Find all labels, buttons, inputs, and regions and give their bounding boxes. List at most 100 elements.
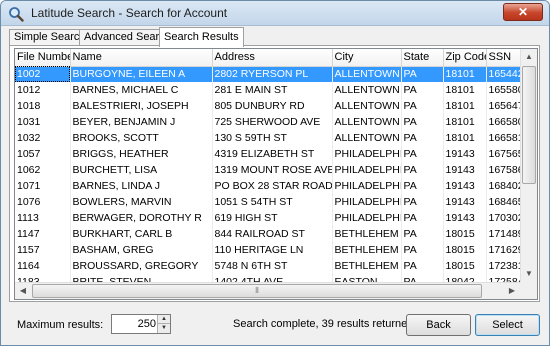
table-cell: ALLENTOWN [332, 82, 402, 98]
table-cell: 1012 [15, 82, 71, 98]
table-cell: BURKHART, CARL B [70, 226, 213, 242]
table-cell: 19143 [443, 178, 487, 194]
scroll-down-arrow-icon[interactable]: ▼ [521, 266, 537, 282]
table-row[interactable]: 1113 BERWAGER, DOROTHY R 619 HIGH ST PHILAD… [15, 210, 537, 226]
table-cell: 1062 [15, 162, 71, 178]
back-button-label: Back [426, 319, 451, 331]
table-cell: 19143 [443, 146, 487, 162]
select-button[interactable]: Select [475, 314, 540, 336]
horizontal-scroll-thumb[interactable]: ⦀ [32, 284, 482, 298]
column-header[interactable]: Zip Code [443, 49, 487, 67]
scroll-left-arrow-icon[interactable]: ◀ [15, 283, 31, 299]
table-cell: 1002 [15, 66, 71, 82]
table-cell: 844 RAILROAD ST [212, 226, 333, 242]
table-cell: 1031 [15, 114, 71, 130]
scrollbar-corner [520, 282, 537, 299]
table-cell: 18015 [443, 258, 487, 274]
table-cell: PA [401, 226, 444, 242]
table-cell: PHILADELPHIA [332, 194, 402, 210]
table-row[interactable]: 1071 BARNES, LINDA J PO BOX 28 STAR ROAD PH… [15, 178, 537, 194]
table-cell: BERWAGER, DOROTHY R [70, 210, 213, 226]
table-cell: 4319 ELIZABETH ST [212, 146, 333, 162]
column-header[interactable]: State [401, 49, 444, 67]
vertical-scrollbar[interactable]: ▲ ▼ [520, 49, 537, 282]
spin-down-icon[interactable]: ▼ [157, 324, 170, 333]
table-cell: PA [401, 210, 444, 226]
table-cell: 18101 [443, 130, 487, 146]
table-row[interactable]: 1157 BASHAM, GREG 110 HERITAGE LN BETHLEHEM… [15, 242, 537, 258]
search-window: Latitude Search - Search for Account ✕ S… [0, 0, 550, 346]
column-header[interactable]: City [332, 49, 402, 67]
table-row[interactable]: 1032 BROOKS, SCOTT 130 S 59TH ST ALLENTOWN P… [15, 130, 537, 146]
back-button[interactable]: Back [406, 314, 471, 336]
table-cell: 1071 [15, 178, 71, 194]
table-cell: BETHLEHEM [332, 258, 402, 274]
table-cell: ALLENTOWN [332, 98, 402, 114]
results-grid[interactable]: File NumberNameAddressCityStateZip CodeS… [14, 48, 538, 300]
table-row[interactable]: 1012 BARNES, MICHAEL C 281 E MAIN ST ALLENT… [15, 82, 537, 98]
table-cell: PA [401, 194, 444, 210]
table-cell: ALLENTOWN [332, 114, 402, 130]
max-results-label: Maximum results: [17, 319, 104, 331]
results-table: File NumberNameAddressCityStateZip CodeS… [15, 49, 537, 299]
table-cell: BETHLEHEM [332, 242, 402, 258]
table-cell: PA [401, 114, 444, 130]
column-header[interactable]: Name [70, 49, 213, 67]
tab-label: Search Results [164, 31, 239, 43]
table-header-row: File NumberNameAddressCityStateZip CodeS… [15, 49, 537, 67]
magnifier-app-icon [9, 7, 24, 22]
table-cell: PHILADELPHIA [332, 146, 402, 162]
table-cell: 18101 [443, 66, 487, 82]
vertical-scroll-thumb[interactable] [522, 66, 536, 184]
close-icon: ✕ [517, 5, 529, 19]
table-cell: PHILADELPHIA [332, 178, 402, 194]
search-results-panel: File NumberNameAddressCityStateZip CodeS… [9, 45, 540, 302]
column-header[interactable]: File Number [15, 49, 71, 67]
table-cell: 130 S 59TH ST [212, 130, 333, 146]
table-cell: PA [401, 178, 444, 194]
table-cell: BARNES, LINDA J [70, 178, 213, 194]
column-header[interactable]: Address [212, 49, 333, 67]
table-cell: BROUSSARD, GREGORY [70, 258, 213, 274]
table-cell: BRIGGS, HEATHER [70, 146, 213, 162]
table-cell: BURGOYNE, EILEEN A [70, 66, 213, 82]
table-row[interactable]: 1057 BRIGGS, HEATHER 4319 ELIZABETH ST PHIL… [15, 146, 537, 162]
table-row[interactable]: 1002 BURGOYNE, EILEEN A 2802 RYERSON PL ALL… [15, 66, 537, 82]
spin-up-icon[interactable]: ▲ [157, 315, 170, 324]
table-row[interactable]: 1031 BEYER, BENJAMIN J 725 SHERWOOD AVE ALL… [15, 114, 537, 130]
table-row[interactable]: 1147 BURKHART, CARL B 844 RAILROAD ST BETHL… [15, 226, 537, 242]
scroll-right-arrow-icon[interactable]: ▶ [504, 283, 520, 299]
table-cell: BARNES, MICHAEL C [70, 82, 213, 98]
table-row[interactable]: 1062 BURCHETT, LISA 1319 MOUNT ROSE AVE PHI… [15, 162, 537, 178]
table-cell: BROOKS, SCOTT [70, 130, 213, 146]
table-row[interactable]: 1076 BOWLERS, MARVIN 1051 S 54TH ST PHILADE… [15, 194, 537, 210]
table-cell: PA [401, 82, 444, 98]
scroll-up-arrow-icon[interactable]: ▲ [521, 49, 537, 65]
table-cell: 110 HERITAGE LN [212, 242, 333, 258]
table-cell: 18015 [443, 242, 487, 258]
table-cell: ALLENTOWN [332, 130, 402, 146]
table-cell: ALLENTOWN [332, 66, 402, 82]
tab-search-results[interactable]: Search Results [159, 27, 244, 47]
table-cell: 619 HIGH ST [212, 210, 333, 226]
table-cell: PA [401, 242, 444, 258]
close-button[interactable]: ✕ [503, 3, 543, 21]
select-button-label: Select [492, 319, 523, 331]
table-cell: 1076 [15, 194, 71, 210]
table-body: 1002 BURGOYNE, EILEEN A 2802 RYERSON PL ALL… [15, 66, 537, 299]
table-cell: 5748 N 6TH ST [212, 258, 333, 274]
status-text: Search complete, 39 results returned. [233, 318, 417, 330]
max-results-spinner[interactable]: ▲ ▼ [111, 314, 171, 334]
table-row[interactable]: 1018 BALESTRIERI, JOSEPH 805 DUNBURY RD ALL… [15, 98, 537, 114]
table-row[interactable]: 1164 BROUSSARD, GREGORY 5748 N 6TH ST BETHL… [15, 258, 537, 274]
horizontal-scrollbar[interactable]: ◀ ⦀ ▶ [15, 282, 520, 299]
table-cell: 1147 [15, 226, 71, 242]
tab-label: Advanced Search [84, 31, 171, 43]
table-cell: PA [401, 146, 444, 162]
table-cell: 18101 [443, 98, 487, 114]
table-cell: 1113 [15, 210, 71, 226]
max-results-input[interactable] [114, 317, 156, 331]
table-cell: 1057 [15, 146, 71, 162]
title-bar[interactable]: Latitude Search - Search for Account ✕ [1, 1, 549, 26]
table-cell: PA [401, 66, 444, 82]
